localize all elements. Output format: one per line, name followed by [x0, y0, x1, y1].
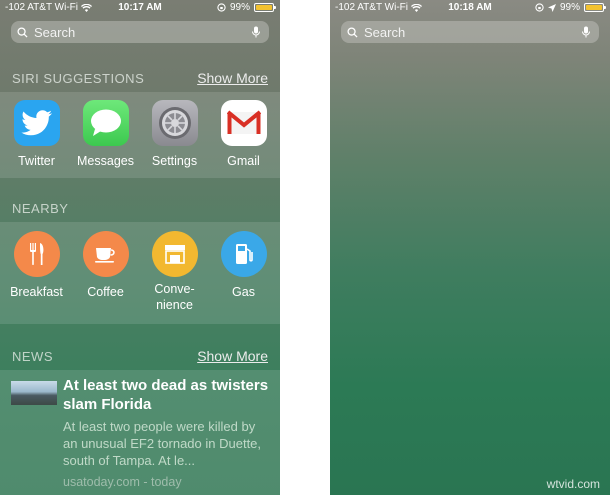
- app-messages[interactable]: Messages: [72, 100, 140, 168]
- news-header: NEWS Show More: [0, 346, 280, 366]
- status-right: 99%: [535, 2, 606, 13]
- siri-suggestions-header: SIRI SUGGESTIONS Show More: [0, 68, 280, 88]
- news-headline[interactable]: At least two dead as twisters slam Flori…: [63, 376, 272, 414]
- news-thumbnail: [11, 381, 57, 405]
- nearby-label: Conve- nience: [154, 282, 195, 312]
- app-gmail[interactable]: Gmail: [210, 100, 278, 168]
- app-twitter[interactable]: Twitter: [3, 100, 71, 168]
- app-label: Gmail: [227, 154, 260, 168]
- messages-bubble-icon: [82, 100, 129, 146]
- search-icon: [17, 26, 28, 38]
- fork-knife-icon: [13, 231, 60, 277]
- app-label: Twitter: [18, 154, 55, 168]
- battery-icon: [254, 3, 276, 12]
- location-arrow-icon: [547, 3, 556, 12]
- section-title: NEARBY: [12, 200, 69, 216]
- status-bar: -102 AT&T Wi-Fi 10:17 AM 99%: [0, 0, 280, 16]
- battery-icon: [584, 3, 606, 12]
- nearby-items: Breakfast Coffee Conve- nience Gas: [0, 231, 280, 313]
- nearby-convenience[interactable]: Conve- nience: [141, 231, 209, 313]
- microphone-icon[interactable]: [249, 25, 263, 39]
- status-right: 99%: [217, 2, 276, 13]
- siri-suggestions-apps: Twitter Messages Settings Gmail: [0, 100, 280, 168]
- app-settings[interactable]: Settings: [141, 100, 209, 168]
- news-story[interactable]: At least two dead as twisters slam Flori…: [11, 376, 272, 489]
- search-bar[interactable]: Search: [341, 21, 599, 43]
- rotation-lock-icon: [217, 3, 226, 12]
- storefront-icon: [151, 231, 198, 277]
- microphone-icon[interactable]: [579, 25, 593, 39]
- status-bar: -102 AT&T Wi-Fi 10:18 AM 99%: [330, 0, 610, 16]
- show-more-link[interactable]: Show More: [197, 348, 268, 364]
- nearby-label: Breakfast: [10, 285, 63, 299]
- twitter-bird-icon: [13, 100, 60, 146]
- nearby-label: Gas: [232, 285, 255, 299]
- news-source: usatoday.com - today: [63, 475, 182, 489]
- battery-percent: 99%: [229, 2, 250, 13]
- search-bar[interactable]: Search: [11, 21, 269, 43]
- nearby-label: Coffee: [87, 285, 124, 299]
- gmail-envelope-icon: [220, 100, 267, 146]
- search-input[interactable]: Search: [34, 25, 249, 40]
- show-more-link[interactable]: Show More: [197, 70, 268, 86]
- news-text: At least two dead as twisters slam Flori…: [63, 376, 272, 489]
- coffee-cup-icon: [82, 231, 129, 277]
- settings-gear-icon: [151, 100, 198, 146]
- left-phone-screen: -102 AT&T Wi-Fi 10:17 AM 99% Search SIRI…: [0, 0, 280, 495]
- watermark: wtvid.com: [546, 477, 600, 491]
- news-summary: At least two people were killed by an un…: [63, 419, 262, 468]
- nearby-header: NEARBY: [0, 198, 280, 218]
- right-phone-screen: -102 AT&T Wi-Fi 10:18 AM 99% Search wtvi…: [330, 0, 610, 495]
- nearby-breakfast[interactable]: Breakfast: [3, 231, 71, 313]
- search-input[interactable]: Search: [364, 25, 579, 40]
- section-title: SIRI SUGGESTIONS: [12, 70, 145, 86]
- battery-percent: 99%: [559, 2, 580, 13]
- rotation-lock-icon: [535, 3, 544, 12]
- app-label: Messages: [77, 154, 134, 168]
- section-title: NEWS: [12, 348, 53, 364]
- app-label: Settings: [151, 154, 198, 168]
- nearby-gas[interactable]: Gas: [210, 231, 278, 313]
- screenshot-stage: -102 AT&T Wi-Fi 10:17 AM 99% Search SIRI…: [0, 0, 610, 495]
- nearby-coffee[interactable]: Coffee: [72, 231, 140, 313]
- search-icon: [347, 26, 358, 38]
- gas-pump-icon: [220, 231, 267, 277]
